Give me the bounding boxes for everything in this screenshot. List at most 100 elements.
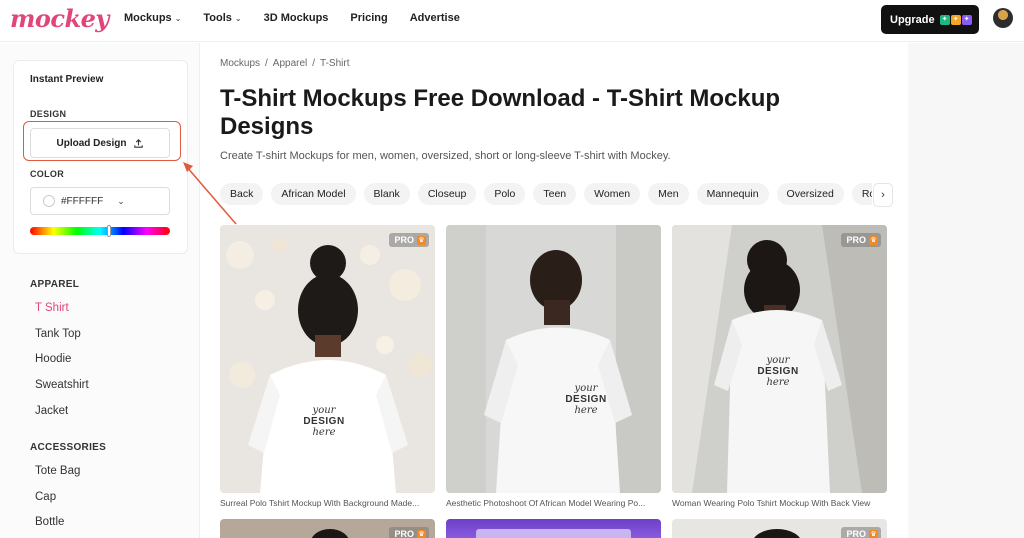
color-label: COLOR — [30, 169, 64, 179]
breadcrumb-t-shirt: T-Shirt — [320, 58, 350, 69]
pro-label: PRO — [846, 529, 866, 538]
nav-label: 3D Mockups — [263, 12, 329, 24]
nav-advertise[interactable]: Advertise — [410, 12, 460, 24]
chevron-down-icon: ⌄ — [174, 13, 182, 23]
breadcrumb-mockups[interactable]: Mockups — [220, 58, 260, 69]
breadcrumb: Mockups / Apparel / T-Shirt — [220, 58, 350, 69]
pro-label: PRO — [846, 235, 866, 245]
mockup-card[interactable]: your DESIGN here PRO ♛ — [220, 225, 435, 493]
print-design: DESIGN — [303, 416, 345, 427]
pro-label: PRO — [394, 529, 414, 538]
chevron-down-icon: ⌄ — [234, 13, 242, 23]
chip-women[interactable]: Women — [584, 183, 641, 205]
chip-teen[interactable]: Teen — [533, 183, 577, 205]
mockup-card[interactable]: your DESIGN here PRO ♛ — [672, 225, 887, 493]
nav-label: Advertise — [409, 12, 460, 24]
chip-back[interactable]: Back — [220, 183, 264, 205]
pro-badge: PRO ♛ — [841, 527, 881, 538]
nav-pricing[interactable]: Pricing — [350, 12, 387, 24]
sidebar: Instant Preview DESIGN Upload Design COL… — [0, 43, 200, 538]
nav-label: Pricing — [350, 12, 388, 24]
breadcrumb-separator: / — [312, 58, 316, 69]
print-here: here — [574, 405, 598, 416]
print-design: DESIGN — [565, 394, 607, 405]
mockup-image — [220, 225, 435, 493]
print-design: DESIGN — [757, 366, 799, 377]
design-label: DESIGN — [30, 109, 67, 119]
main-content: Mockups / Apparel / T-Shirt T-Shirt Mock… — [200, 43, 908, 538]
breadcrumb-apparel[interactable]: Apparel — [273, 58, 307, 69]
pro-label: PRO — [394, 235, 414, 245]
chip-african-model[interactable]: African Model — [271, 183, 356, 205]
hue-slider[interactable] — [30, 227, 170, 235]
color-value: #FFFFFF — [61, 195, 104, 207]
hue-slider-handle[interactable] — [107, 225, 111, 237]
sidebar-item-t-shirt[interactable]: T Shirt — [35, 302, 69, 314]
chip-men[interactable]: Men — [648, 183, 689, 205]
chip-oversized[interactable]: Oversized — [776, 183, 844, 205]
crown-icon: ♛ — [869, 529, 878, 538]
mockup-image — [476, 529, 631, 538]
mockup-image — [310, 529, 350, 538]
mockup-image — [446, 225, 661, 493]
pro-badge: PRO ♛ — [841, 233, 881, 247]
upgrade-badge-icon: ✦ ✦ ✦ — [939, 14, 972, 25]
pro-badge: PRO ♛ — [389, 527, 429, 538]
sidebar-item-tank-top[interactable]: Tank Top — [35, 328, 81, 340]
card-caption[interactable]: Aesthetic Photoshoot Of African Model We… — [446, 498, 661, 508]
sidebar-item-cap[interactable]: Cap — [35, 491, 56, 503]
crown-icon: ♛ — [417, 235, 426, 245]
print-your: your — [766, 355, 790, 366]
card-caption[interactable]: Woman Wearing Polo Tshirt Mockup With Ba… — [672, 498, 887, 508]
print-your: your — [312, 405, 336, 416]
chip-round-neck[interactable]: Round N — [851, 183, 872, 205]
mockup-card[interactable]: your DESIGN here — [446, 225, 661, 493]
pro-badge: PRO ♛ — [389, 233, 429, 247]
design-placeholder: your DESIGN here — [294, 405, 354, 438]
category-chips: Back African Model Blank Closeup Polo Te… — [220, 183, 872, 207]
right-gutter — [908, 43, 1024, 538]
mockup-card[interactable]: PRO ♛ — [672, 519, 887, 538]
sidebar-item-bottle[interactable]: Bottle — [35, 516, 64, 528]
page-subtitle: Create T-shirt Mockups for men, women, o… — [220, 150, 671, 162]
chevron-down-icon: ⌄ — [117, 195, 125, 206]
chevron-right-icon[interactable]: › — [873, 183, 893, 207]
sidebar-item-jacket[interactable]: Jacket — [35, 405, 68, 417]
upload-design-button[interactable]: Upload Design — [30, 128, 170, 158]
color-swatch — [43, 195, 55, 207]
crown-icon: ♛ — [869, 235, 878, 245]
avatar[interactable] — [993, 8, 1013, 28]
upload-icon — [133, 138, 143, 148]
print-here: here — [766, 377, 790, 388]
mockup-card[interactable]: PRO ♛ — [220, 519, 435, 538]
color-select[interactable]: #FFFFFF ⌄ — [30, 187, 170, 215]
design-placeholder: your DESIGN here — [556, 383, 616, 416]
nav-tools[interactable]: Tools ⌄ — [203, 12, 241, 24]
instant-preview-card: Instant Preview DESIGN Upload Design COL… — [13, 60, 188, 254]
card-caption[interactable]: Surreal Polo Tshirt Mockup With Backgrou… — [220, 498, 435, 508]
sidebar-item-sweatshirt[interactable]: Sweatshirt — [35, 379, 89, 391]
mockey-logo[interactable]: mockey — [10, 4, 109, 33]
chip-blank[interactable]: Blank — [363, 183, 410, 205]
nav-label: Mockups — [124, 12, 172, 24]
nav-mockups[interactable]: Mockups ⌄ — [124, 12, 181, 24]
nav-3d-mockups[interactable]: 3D Mockups — [264, 12, 329, 24]
crown-icon: ♛ — [417, 529, 426, 538]
instant-preview-title: Instant Preview — [30, 74, 104, 85]
print-your: your — [574, 383, 598, 394]
page-title: T-Shirt Mockups Free Download - T-Shirt … — [220, 85, 781, 140]
upgrade-label: Upgrade — [890, 13, 935, 26]
sidebar-item-tote-bag[interactable]: Tote Bag — [35, 465, 80, 477]
print-here: here — [312, 427, 336, 438]
chip-polo[interactable]: Polo — [484, 183, 526, 205]
chip-closeup[interactable]: Closeup — [417, 183, 477, 205]
breadcrumb-separator: / — [265, 58, 268, 69]
chip-mannequin[interactable]: Mannequin — [696, 183, 769, 205]
upload-label: Upload Design — [56, 137, 127, 149]
mockup-image — [752, 529, 802, 538]
upgrade-button[interactable]: Upgrade ✦ ✦ ✦ — [881, 5, 979, 34]
mockup-card[interactable] — [446, 519, 661, 538]
sidebar-item-hoodie[interactable]: Hoodie — [35, 353, 71, 365]
main-nav: Mockups ⌄ Tools ⌄ 3D Mockups Pricing Adver… — [124, 12, 482, 24]
top-nav-bar: mockey Mockups ⌄ Tools ⌄ 3D Mockups Pricin… — [0, 0, 1024, 42]
